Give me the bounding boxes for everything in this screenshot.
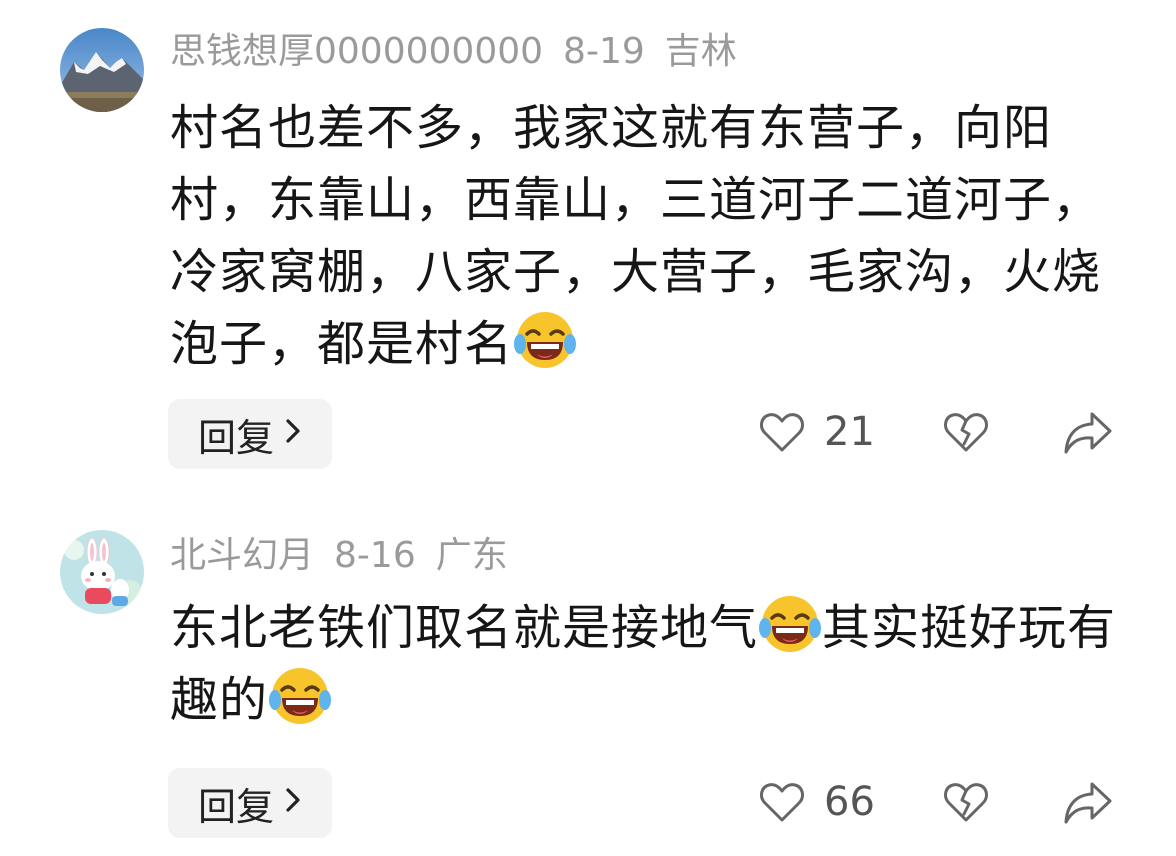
chevron-right-icon — [284, 783, 302, 823]
heart-icon — [760, 783, 804, 822]
comment-text: 东北老铁们取名就是接地气 其实挺好玩有趣的 — [170, 592, 1120, 736]
reply-label: 回复 — [197, 415, 274, 460]
heart-icon — [760, 413, 804, 452]
share-arrow-icon — [1064, 412, 1112, 454]
comment-text: 村名也差不多，我家这就有东营子，向阳村，东靠山，西靠山，三道河子二道河子，冷家窝… — [170, 92, 1120, 380]
comment-text-part: 东北老铁们取名就是接地气 — [170, 600, 759, 656]
chevron-right-icon — [284, 414, 302, 454]
comment-location: 广东 — [435, 535, 508, 576]
reply-button[interactable]: 回复 — [168, 768, 332, 838]
share-arrow-icon — [1064, 782, 1112, 824]
broken-heart-icon — [944, 783, 988, 822]
dislike-button[interactable] — [942, 778, 990, 826]
comment-location: 吉林 — [664, 31, 737, 72]
broken-heart-icon — [944, 413, 988, 452]
username[interactable]: 北斗幻月 — [170, 535, 314, 576]
reply-label: 回复 — [197, 784, 274, 829]
bunny-cartoon-avatar-icon — [60, 530, 144, 614]
laughing-tears-emoji-icon — [514, 312, 577, 368]
laughing-tears-emoji-icon — [759, 596, 822, 652]
laughing-tears-emoji-icon — [269, 668, 332, 724]
dislike-button[interactable] — [942, 408, 990, 456]
like-count: 21 — [824, 409, 875, 455]
comment-item: 思钱想厚0000000000 8-19 吉林 村名也差不多，我家这就有东营子，向阳村… — [0, 0, 1176, 480]
avatar[interactable] — [60, 530, 144, 614]
comment-text-part: 村名也差不多，我家这就有东营子，向阳村，东靠山，西靠山，三道河子二道河子，冷家窝… — [170, 100, 1102, 372]
avatar[interactable] — [60, 28, 144, 112]
reply-button[interactable]: 回复 — [168, 399, 332, 469]
like-button[interactable]: 21 — [758, 408, 875, 456]
comment-date: 8-16 — [334, 535, 416, 576]
comment-item: 北斗幻月 8-16 广东 东北老铁们取名就是接地气 其实挺好玩有趣的 回复 66 — [0, 480, 1176, 856]
like-button[interactable]: 66 — [758, 778, 875, 826]
username[interactable]: 思钱想厚0000000000 — [170, 31, 543, 72]
share-button[interactable] — [1062, 780, 1114, 826]
comment-meta: 思钱想厚0000000000 8-19 吉林 — [170, 28, 757, 76]
mountain-landscape-avatar-icon — [60, 28, 144, 112]
comment-meta: 北斗幻月 8-16 广东 — [170, 532, 528, 580]
share-button[interactable] — [1062, 410, 1114, 456]
comment-date: 8-19 — [563, 31, 645, 72]
like-count: 66 — [824, 779, 875, 825]
